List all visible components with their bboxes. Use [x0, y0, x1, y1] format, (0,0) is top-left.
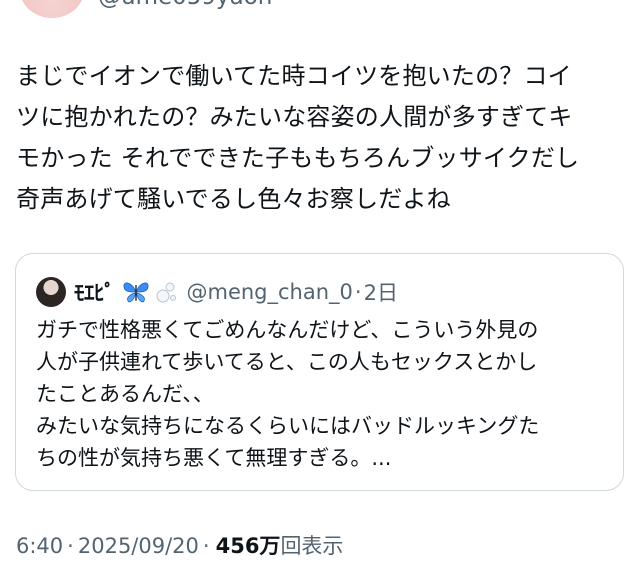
- tweet-text: まじでイオンで働いてた時コイツを抱いたの？コイ ツに抱かれたの？みたいな容姿の人…: [16, 62, 580, 213]
- tweet-meta: 6:40 · 2025/09/20 · 456万 回表示: [16, 530, 343, 560]
- quote-avatar[interactable]: [36, 277, 66, 307]
- quote-separator: ·: [354, 280, 362, 304]
- bubbles-icon: [155, 279, 177, 305]
- tweet-time[interactable]: 6:40: [16, 534, 63, 558]
- butterfly-icon: [121, 279, 151, 305]
- quote-timestamp[interactable]: 2日: [364, 277, 398, 307]
- meta-separator: ·: [67, 534, 74, 558]
- quote-handle[interactable]: @meng_chan_0: [187, 280, 353, 304]
- quote-display-name[interactable]: ﾓｴﾋﾟ: [74, 277, 115, 307]
- meta-separator-2: ·: [202, 534, 210, 558]
- quote-tweet-card[interactable]: ﾓｴﾋﾟ @meng_chan_0 · 2日 ガチで性格悪くてごめんなんだけど、…: [15, 253, 624, 491]
- views-count[interactable]: 456万: [216, 530, 281, 560]
- quote-text: ガチで性格悪くてごめんなんだけど、こういう外見の 人が子供連れて歩いてると、この…: [36, 318, 540, 470]
- quote-header: ﾓｴﾋﾟ @meng_chan_0 · 2日: [36, 274, 398, 310]
- views-label: 回表示: [280, 534, 344, 558]
- author-handle[interactable]: @ume059yaon: [98, 0, 272, 10]
- avatar[interactable]: [20, 0, 84, 18]
- tweet-date[interactable]: 2025/09/20: [78, 534, 199, 558]
